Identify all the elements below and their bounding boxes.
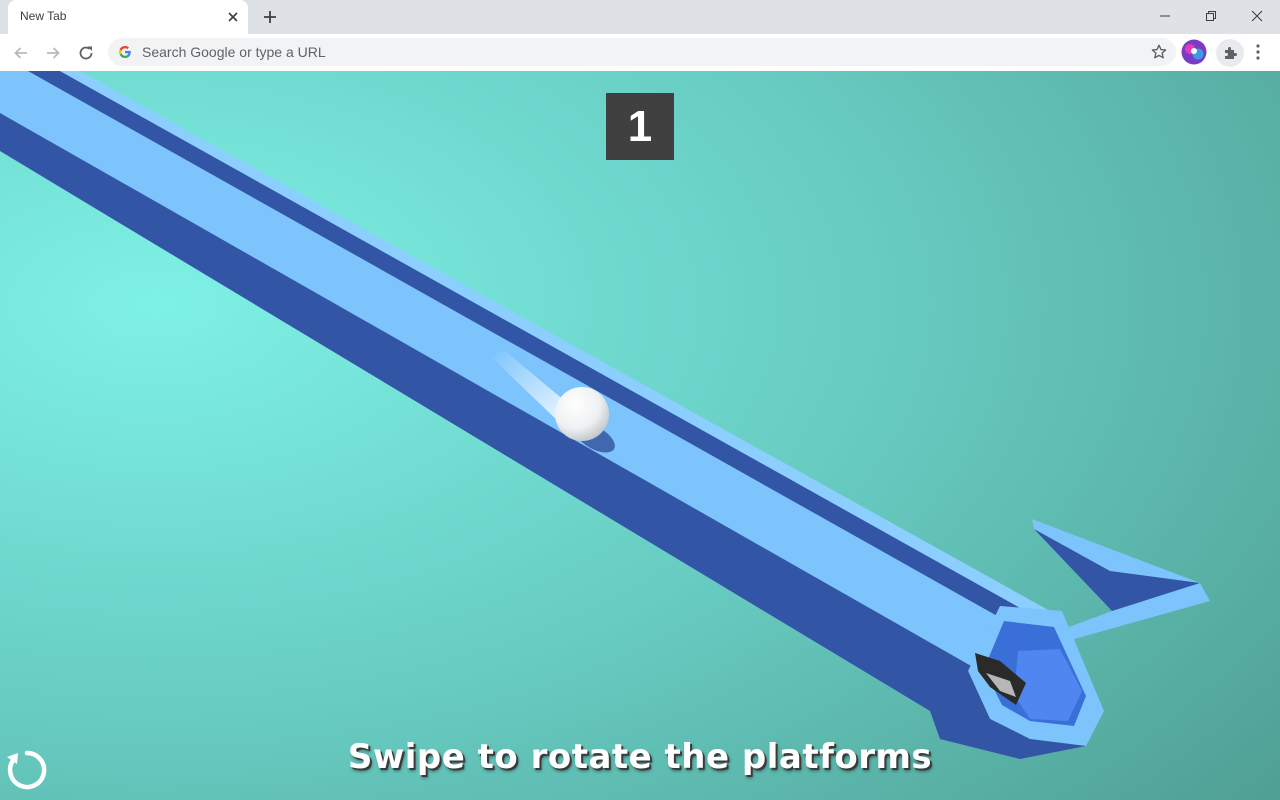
forward-icon[interactable] [40,40,66,66]
tab-title: New Tab [20,9,67,23]
ball [555,387,609,441]
plus-icon[interactable] [260,7,280,27]
level-indicator: 1 [606,93,674,160]
browser-toolbar: Search Google or type a URL [0,34,1280,72]
profile-avatar[interactable] [1181,39,1207,65]
star-icon[interactable] [1150,43,1168,61]
omnibox-placeholder: Search Google or type a URL [142,44,326,60]
minimize-icon[interactable] [1142,0,1188,32]
close-window-icon[interactable] [1234,0,1280,32]
restart-icon[interactable] [4,747,50,793]
extensions-icon[interactable] [1216,39,1244,67]
google-icon [118,45,132,59]
tab-new-tab[interactable]: New Tab [8,0,248,34]
back-icon[interactable] [8,40,34,66]
omnibox[interactable]: Search Google or type a URL [108,38,1176,66]
restore-icon[interactable] [1188,0,1234,32]
reload-icon[interactable] [73,40,99,66]
more-icon[interactable] [1250,42,1266,62]
tab-strip: New Tab [0,0,1280,34]
level-number: 1 [627,101,653,151]
hint-text: Swipe to rotate the platforms [347,737,933,777]
game-scene [0,71,1280,800]
close-icon[interactable] [224,8,242,26]
game-canvas[interactable]: 1 Swipe to rotate the platforms [0,71,1280,800]
